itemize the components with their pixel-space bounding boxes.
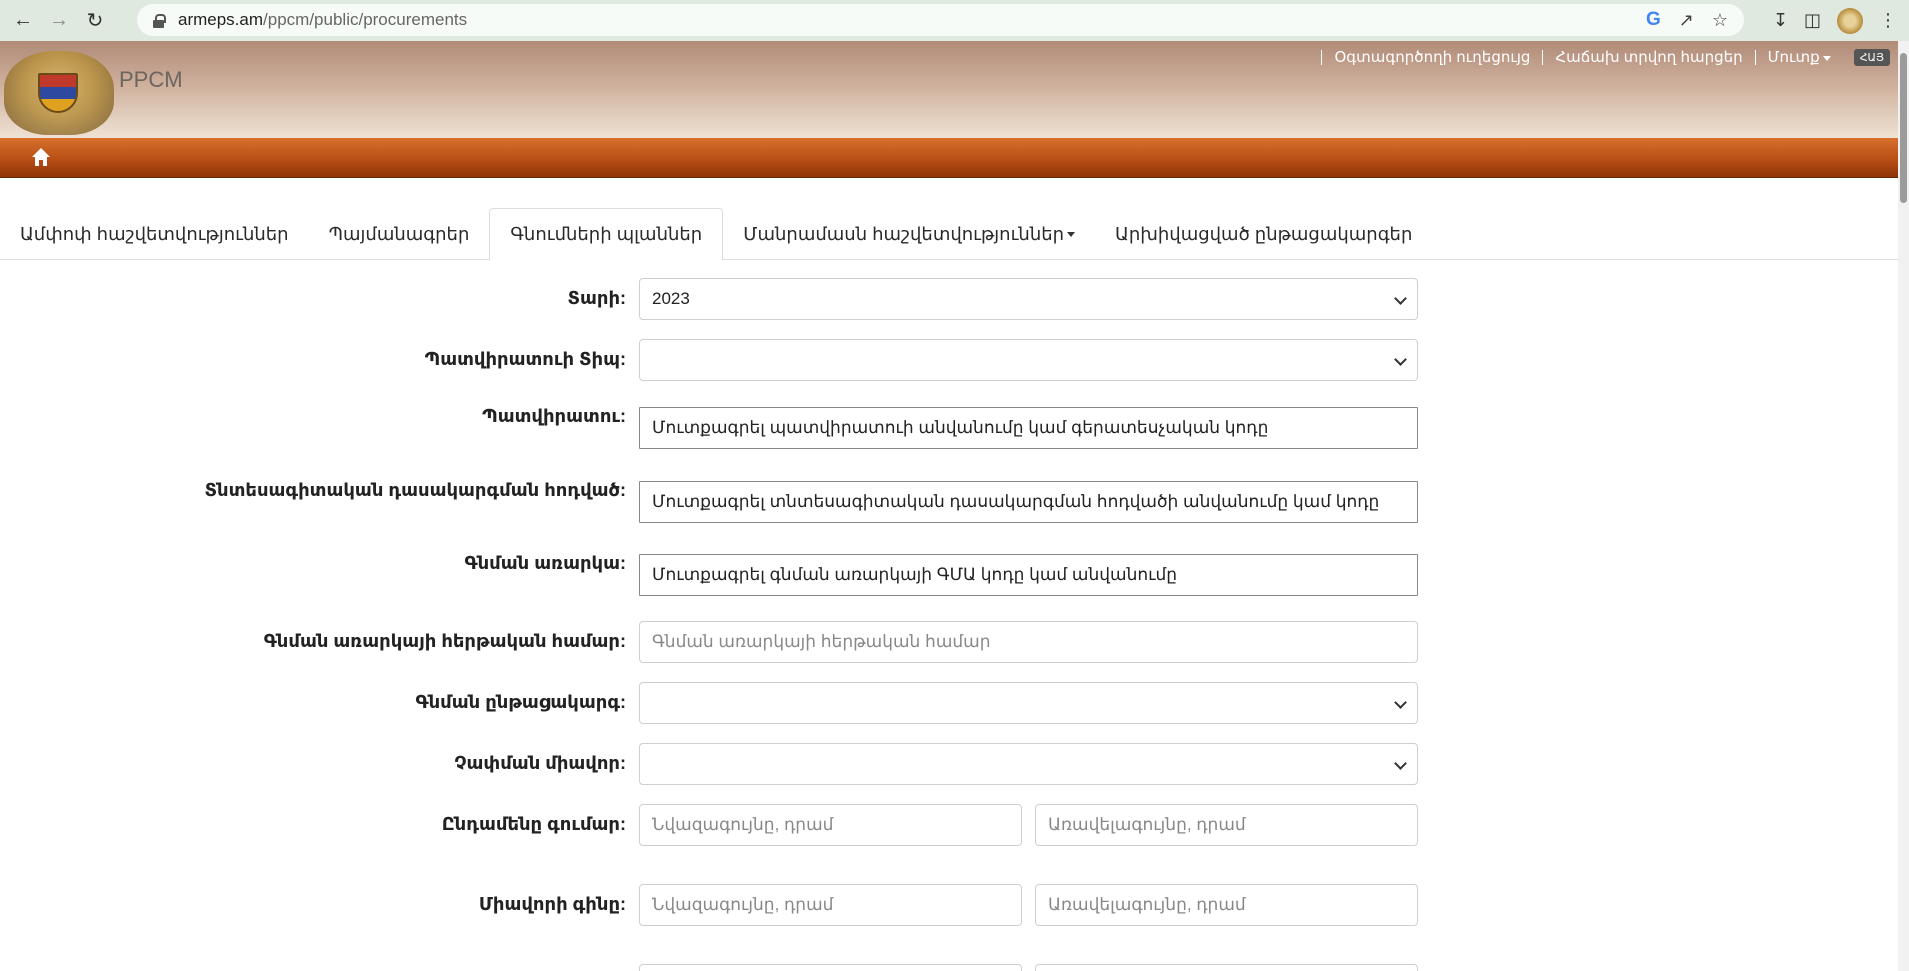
- url-text: armeps.am/ppcm/public/procurements: [178, 10, 468, 29]
- tab-archived-procedures[interactable]: Արխիվացված ընթացակարգեր: [1095, 208, 1432, 260]
- procedure-select[interactable]: [639, 682, 1418, 724]
- menu-dots-icon[interactable]: ⋮: [1879, 10, 1897, 31]
- tab-procurement-plans[interactable]: Գնումների պլաններ: [489, 208, 724, 261]
- tab-summary-reports[interactable]: Ամփոփ հաշվետվություններ: [0, 208, 309, 260]
- total-label: Ընդամենը գումար:: [441, 814, 626, 834]
- lock-icon[interactable]: [153, 13, 166, 28]
- tab-contracts[interactable]: Պայմանագրեր: [309, 208, 490, 260]
- site-brand[interactable]: PPCM: [119, 67, 183, 93]
- top-links: Օգտագործողի ուղեցույց Հաճախ տրվող հարցեր…: [1321, 49, 1898, 66]
- year-label: Տարի:: [567, 288, 627, 308]
- browser-toolbar: ← → ↻ armeps.am/ppcm/public/procurements…: [0, 0, 1909, 41]
- user-guide-link[interactable]: Օգտագործողի ուղեցույց: [1321, 50, 1542, 65]
- page-scrollbar[interactable]: [1898, 41, 1909, 971]
- profile-icon[interactable]: [1837, 7, 1863, 34]
- unit-price-max-input[interactable]: Առավելագույնը, դրամ: [1035, 884, 1418, 926]
- unit-select[interactable]: [639, 743, 1418, 785]
- customer-label: Պատվիրատու:: [482, 406, 626, 426]
- forward-arrow-icon[interactable]: →: [46, 8, 72, 34]
- tab-detailed-reports[interactable]: Մանրամասն հաշվետվություններ: [723, 208, 1095, 260]
- total-min-input[interactable]: Նվազագույնը, դրամ: [639, 804, 1022, 846]
- login-dropdown[interactable]: Մուտք: [1754, 50, 1843, 65]
- unit-price-min-input[interactable]: Նվազագույնը, դրամ: [639, 884, 1022, 926]
- procedure-label: Գնման ընթացակարգ:: [415, 692, 626, 712]
- customer-input[interactable]: Մուտքագրել պատվիրատուի անվանումը կամ գեր…: [639, 407, 1418, 449]
- customer-type-select[interactable]: [639, 339, 1418, 381]
- download-icon[interactable]: ↧: [1773, 10, 1788, 31]
- caret-down-icon: [1067, 231, 1076, 237]
- serial-input[interactable]: Գնման առարկայի հերթական համար: [639, 621, 1418, 663]
- subject-input[interactable]: Մուտքագրել գնման առարկայի ԳՄԱ կոդը կամ ա…: [639, 554, 1418, 596]
- year-select[interactable]: 2023: [639, 278, 1418, 320]
- home-icon[interactable]: [31, 147, 51, 167]
- unit-price-label: Միավորի գինը:: [478, 894, 626, 914]
- reload-icon[interactable]: ↻: [82, 8, 108, 34]
- next-min-input[interactable]: [639, 964, 1022, 971]
- tabs-bar: Ամփոփ հաշվետվություններ Պայմանագրեր Գնու…: [0, 208, 1898, 261]
- serial-label: Գնման առարկայի հերթական համար:: [263, 631, 626, 651]
- next-max-input[interactable]: [1035, 964, 1418, 971]
- share-icon[interactable]: ↗: [1679, 10, 1694, 31]
- caret-down-icon: [1822, 55, 1831, 61]
- back-arrow-icon[interactable]: ←: [10, 8, 36, 34]
- site-header: PPCM Օգտագործողի ուղեցույց Հաճախ տրվող հ…: [0, 41, 1898, 138]
- subject-label: Գնման առարկա:: [464, 553, 626, 573]
- scroll-thumb[interactable]: [1900, 53, 1907, 203]
- main-navbar: [0, 138, 1898, 178]
- language-badge[interactable]: ՀԱՅ: [1853, 49, 1890, 66]
- unit-label: Չափման միավոր:: [454, 753, 626, 773]
- google-icon[interactable]: G: [1646, 9, 1661, 31]
- side-panel-icon[interactable]: ◫: [1804, 10, 1821, 31]
- faq-link[interactable]: Հաճախ տրվող հարցեր: [1542, 50, 1754, 65]
- total-max-input[interactable]: Առավելագույնը, դրամ: [1035, 804, 1418, 846]
- star-icon[interactable]: ☆: [1712, 10, 1728, 31]
- customer-type-label: Պատվիրատուի Տիպ:: [424, 349, 626, 369]
- address-bar[interactable]: armeps.am/ppcm/public/procurements G ↗ ☆: [137, 4, 1744, 36]
- coat-of-arms-logo[interactable]: [0, 45, 118, 137]
- econ-class-input[interactable]: Մուտքագրել տնտեսագիտական դասակարգման հոդ…: [639, 481, 1418, 523]
- econ-class-label: Տնտեսագիտական դասակարգման հոդված:: [204, 480, 626, 500]
